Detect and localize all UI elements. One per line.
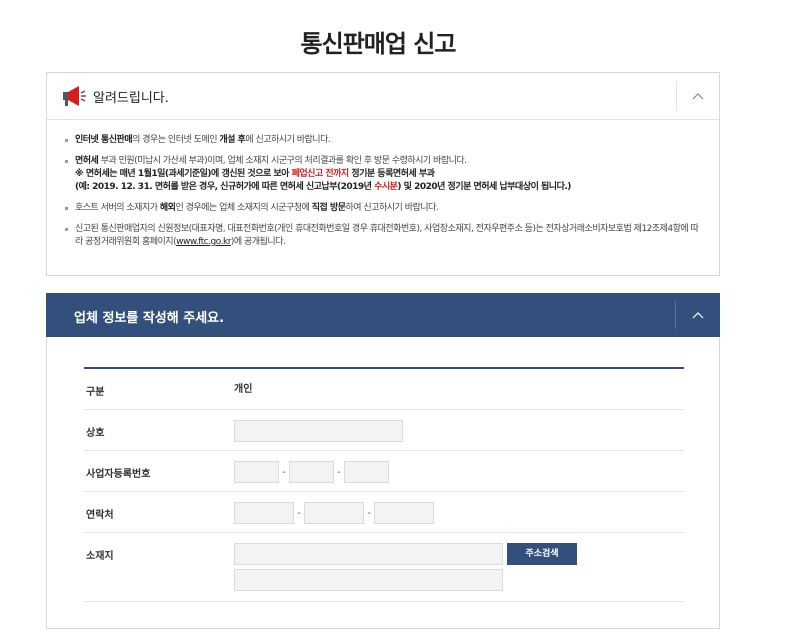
notice-panel: 알려드립니다. 인터넷 통신판매의 경우는 인터넷 도메인 개설 후에 신고하시… [46,72,720,276]
chevron-up-icon [692,93,704,100]
notice-text: 신고된 통신판매업자의 신원정보(대표자명, 대표전화번호(개인 휴대전화번호일… [75,224,699,247]
company-section-title: 업체 정보를 작성해 주세요. [74,311,225,326]
notice-emphasis: 해외 [159,203,176,213]
notice-item-1: 인터넷 통신판매의 경우는 인터넷 도메인 개설 후에 신고하시기 바랍니다. [65,134,705,147]
notice-text: )에 공개됩니다. [230,237,286,247]
row-name: 상호 [84,410,684,451]
notice-text: (예: 2019. 12. 31. 면허를 받은 경우, 신규허가에 따른 면허… [75,182,375,192]
contact-input-1[interactable] [234,502,294,524]
dash: - [367,507,371,519]
company-name-input[interactable] [234,420,403,442]
page-title: 통신판매업 신고 [300,30,457,58]
notice-text: 의 경우는 인터넷 도메인 [132,135,220,145]
notice-text: 하여 신고하시기 바랍니다. [345,203,439,213]
notice-subline-1: ※ 면허세는 매년 1월1일(과세기준일)에 갱신된 것으로 보아 폐업신고 전… [75,168,705,181]
bizno-label: 사업자등록번호 [86,469,151,480]
notice-list: 인터넷 통신판매의 경우는 인터넷 도메인 개설 후에 신고하시기 바랍니다. … [47,120,719,249]
contact-input-3[interactable] [374,502,434,524]
notice-collapse-button[interactable] [676,81,719,111]
contact-fields: -- [234,502,434,524]
row-address: 소재지 주소검색 [84,533,684,602]
bizno-input-1[interactable] [234,461,279,483]
address-fields: 주소검색 [234,543,577,591]
address-label: 소재지 [86,551,114,562]
name-label: 상호 [86,428,105,439]
dash: - [337,466,341,478]
notice-text: ) 및 2020년 정기분 면허세 납부대상이 됩니다.) [397,182,571,192]
company-section-header: 업체 정보를 작성해 주세요. [46,293,720,337]
notice-text: 에 신고하시기 바랍니다. [245,135,331,145]
row-contact: 연락처 -- [84,492,684,533]
notice-item-4: 신고된 통신판매업자의 신원정보(대표자명, 대표전화번호(개인 휴대전화번호일… [65,223,705,249]
notice-emphasis: 직접 방문 [311,203,346,213]
notice-header: 알려드립니다. [47,73,719,120]
company-collapse-button[interactable] [675,301,720,329]
address-line-1: 주소검색 [234,543,577,565]
notice-emphasis: 인터넷 통신판매 [75,135,133,145]
chevron-up-icon [692,312,704,319]
notice-emphasis: 개설 후 [219,135,246,145]
notice-emphasis: 면허세 [75,156,99,166]
notice-subline-2: (예: 2019. 12. 31. 면허를 받은 경우, 신규허가에 따른 면허… [75,181,705,194]
dash: - [297,507,301,519]
row-type: 구분 개인 [84,369,684,410]
dash: - [282,466,286,478]
notice-text: 인 경우에는 업체 소재지의 시군구청에 [175,203,312,213]
notice-highlight: 수시분 [374,182,398,192]
row-bizno: 사업자등록번호 -- [84,451,684,492]
bizno-input-3[interactable] [344,461,389,483]
notice-text: 호스트 서버의 소재지가 [75,203,160,213]
bizno-input-2[interactable] [289,461,334,483]
notice-item-2: 면허세 부과 민원(미납시 가산세 부과)이며, 업체 소재지 시군구의 처리결… [65,155,705,194]
address-input[interactable] [234,543,503,565]
notice-text: ※ 면허세는 매년 1월1일(과세기준일)에 갱신된 것으로 보아 [75,169,292,179]
type-value: 개인 [234,384,253,395]
notice-highlight: 폐업신고 전까지 [291,169,350,179]
bizno-fields: -- [234,461,389,483]
company-form: 구분 개인 상호 사업자등록번호 -- 연락처 -- 소재지 주소검색 [84,367,684,602]
company-form-panel: 구분 개인 상호 사업자등록번호 -- 연락처 -- 소재지 주소검색 [46,337,720,629]
contact-label: 연락처 [86,510,114,521]
megaphone-icon [63,86,86,106]
type-label: 구분 [86,387,105,398]
ftc-link[interactable]: www.ftc.go.kr [176,237,231,247]
address-search-button[interactable]: 주소검색 [507,543,577,565]
notice-text: 부과 민원(미납시 가산세 부과)이며, 업체 소재지 시군구의 처리결과를 확… [98,156,467,166]
address-line-2 [234,569,577,591]
contact-input-2[interactable] [304,502,364,524]
address-detail-input[interactable] [234,569,503,591]
notice-title: 알려드립니다. [93,91,169,106]
name-field-wrap [234,420,403,442]
notice-item-3: 호스트 서버의 소재지가 해외인 경우에는 업체 소재지의 시군구청에 직접 방… [65,202,705,215]
notice-text: 정기분 등록면허세 부과 [348,169,435,179]
